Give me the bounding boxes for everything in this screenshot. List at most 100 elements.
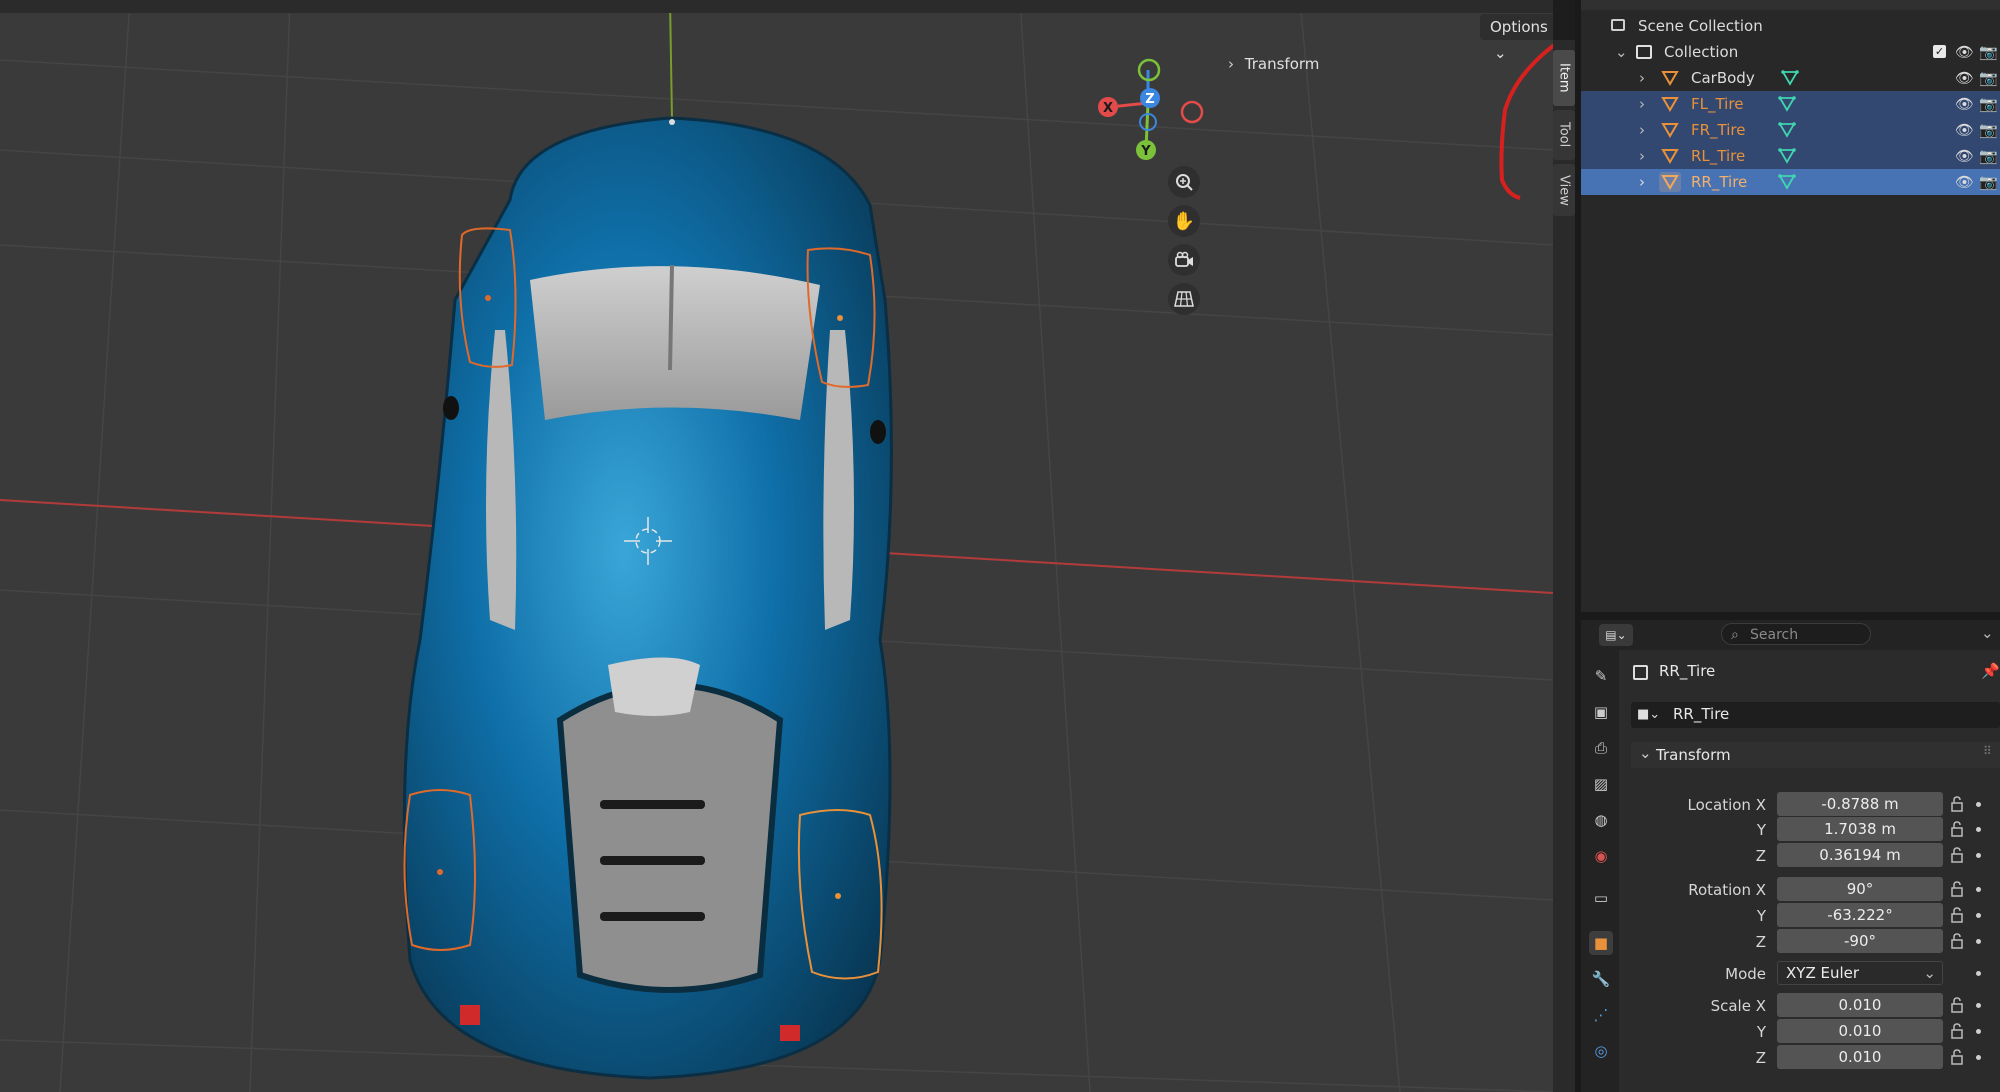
- lock-icon[interactable]: [1949, 880, 1967, 898]
- mesh-data-icon[interactable]: [1781, 70, 1799, 86]
- mesh-data-icon[interactable]: [1778, 174, 1796, 190]
- camera-render-icon[interactable]: 📷: [1979, 117, 1998, 143]
- keyframe-dot[interactable]: [1976, 939, 1981, 944]
- outliner[interactable]: Scene Collection ⌄ Collection ✓ 👁 📷 › Ca…: [1581, 0, 2000, 612]
- modifier-tab-icon[interactable]: 🔧: [1589, 967, 1613, 991]
- lock-icon[interactable]: [1949, 1022, 1967, 1040]
- keyframe-dot[interactable]: [1976, 887, 1981, 892]
- lock-icon[interactable]: [1949, 906, 1967, 924]
- keyframe-dot[interactable]: [1976, 827, 1981, 832]
- object-datablock-icon[interactable]: ■⌄: [1637, 707, 1660, 722]
- mesh-data-icon[interactable]: [1778, 148, 1796, 164]
- outliner-object-rl-tire[interactable]: › RL_Tire 👁 📷: [1581, 143, 2000, 169]
- location-y-field[interactable]: 1.7038 m: [1777, 817, 1943, 841]
- pin-icon[interactable]: 📌: [1981, 662, 2000, 680]
- rotation-z-field[interactable]: -90°: [1777, 929, 1943, 953]
- transform-panel-header[interactable]: ⌄ Transform ⠿: [1631, 742, 2000, 768]
- render-tab-icon[interactable]: ▣: [1589, 700, 1613, 724]
- lock-icon[interactable]: [1949, 846, 1967, 864]
- chevron-right-icon[interactable]: ›: [1639, 143, 1645, 169]
- scale-z-field[interactable]: 0.010: [1777, 1045, 1943, 1069]
- outliner-collection[interactable]: ⌄ Collection ✓ 👁 📷: [1581, 39, 2000, 65]
- eye-icon[interactable]: 👁: [1955, 143, 1974, 169]
- properties-search[interactable]: ⌕ Search: [1721, 623, 1871, 645]
- keyframe-dot[interactable]: [1976, 853, 1981, 858]
- eye-icon[interactable]: 👁: [1955, 65, 1974, 91]
- camera-render-icon[interactable]: 📷: [1979, 169, 1998, 195]
- area-divider-horizontal[interactable]: [1581, 612, 2000, 620]
- collection-tab-icon[interactable]: ▭: [1589, 886, 1613, 910]
- object-tab-icon[interactable]: ■: [1589, 931, 1613, 955]
- view-layer-tab-icon[interactable]: ▨: [1589, 772, 1613, 796]
- keyframe-dot[interactable]: [1976, 802, 1981, 807]
- gizmo-neg-x[interactable]: [1180, 100, 1204, 124]
- keyframe-dot[interactable]: [1976, 1029, 1981, 1034]
- gizmo-x[interactable]: X: [1098, 97, 1118, 117]
- tool-tab-icon[interactable]: ✎: [1589, 664, 1613, 688]
- car-body[interactable]: [402, 116, 893, 1080]
- zoom-icon[interactable]: [1168, 166, 1200, 198]
- n-panel-transform-header[interactable]: › Transform: [1228, 50, 1533, 78]
- chevron-down-icon[interactable]: ⌄: [1615, 39, 1628, 65]
- camera-render-icon[interactable]: 📷: [1979, 39, 1998, 65]
- scene-collection-icon: [1611, 19, 1625, 31]
- rotation-x-field[interactable]: 90°: [1777, 877, 1943, 901]
- chevron-right-icon[interactable]: ›: [1639, 91, 1645, 117]
- outliner-object-fr-tire[interactable]: › FR_Tire 👁 📷: [1581, 117, 2000, 143]
- drag-handle-icon[interactable]: ⠿: [1983, 744, 1992, 758]
- options-dropdown[interactable]: Options ⌄: [1480, 14, 1553, 62]
- properties-editor[interactable]: ▤⌄ ⌕ Search ⌄ ✎ ▣ ⎙ ▨ ◍ ◉ ▭ ■ 🔧 ⋰ ◎ RR_T…: [1581, 620, 2000, 1092]
- outliner-object-carbody[interactable]: › CarBody 👁 📷: [1581, 65, 2000, 91]
- chevron-down-icon[interactable]: ⌄: [1981, 624, 1994, 642]
- particles-tab-icon[interactable]: ⋰: [1589, 1003, 1613, 1027]
- camera-render-icon[interactable]: 📷: [1979, 143, 1998, 169]
- chevron-right-icon[interactable]: ›: [1639, 117, 1645, 143]
- rotation-y-field[interactable]: -63.222°: [1777, 903, 1943, 927]
- lock-icon[interactable]: [1949, 820, 1967, 838]
- keyframe-dot[interactable]: [1976, 1055, 1981, 1060]
- exclude-checkbox[interactable]: ✓: [1933, 45, 1946, 58]
- location-z-field[interactable]: 0.36194 m: [1777, 843, 1943, 867]
- chevron-right-icon[interactable]: ›: [1639, 65, 1645, 91]
- location-x-field[interactable]: -0.8788 m: [1777, 792, 1943, 816]
- eye-icon[interactable]: 👁: [1955, 91, 1974, 117]
- scale-y-field[interactable]: 0.010: [1777, 1019, 1943, 1043]
- hand-pan-icon[interactable]: ✋: [1168, 205, 1200, 237]
- eye-icon[interactable]: 👁: [1955, 117, 1974, 143]
- navigation-gizmo[interactable]: X Z Y: [1090, 55, 1210, 175]
- lock-icon[interactable]: [1949, 795, 1967, 813]
- gizmo-y[interactable]: Y: [1136, 140, 1156, 160]
- eye-icon[interactable]: 👁: [1955, 39, 1974, 65]
- keyframe-dot[interactable]: [1976, 913, 1981, 918]
- lock-icon[interactable]: [1949, 1048, 1967, 1066]
- output-tab-icon[interactable]: ⎙: [1589, 736, 1613, 760]
- scene-tab-icon[interactable]: ◍: [1589, 808, 1613, 832]
- viewport-scene[interactable]: [0, 0, 1553, 1092]
- rotation-mode-select[interactable]: XYZ Euler ⌄: [1777, 961, 1943, 985]
- lock-icon[interactable]: [1949, 932, 1967, 950]
- eye-icon[interactable]: 👁: [1955, 169, 1974, 195]
- mesh-data-icon[interactable]: [1778, 122, 1796, 138]
- tab-view[interactable]: View: [1553, 164, 1575, 216]
- keyframe-dot[interactable]: [1976, 1003, 1981, 1008]
- camera-render-icon[interactable]: 📷: [1979, 91, 1998, 117]
- gizmo-z[interactable]: Z: [1140, 88, 1160, 108]
- scale-x-field[interactable]: 0.010: [1777, 993, 1943, 1017]
- keyframe-dot[interactable]: [1976, 971, 1981, 976]
- outliner-object-rr-tire[interactable]: › RR_Tire 👁 📷: [1581, 169, 2000, 195]
- physics-tab-icon[interactable]: ◎: [1589, 1039, 1613, 1063]
- tab-item[interactable]: Item: [1553, 50, 1575, 106]
- 3d-viewport[interactable]: Options ⌄ › Transform X Z Y ✋: [0, 0, 1553, 1092]
- camera-render-icon[interactable]: 📷: [1979, 65, 1998, 91]
- outliner-object-fl-tire[interactable]: › FL_Tire 👁 📷: [1581, 91, 2000, 117]
- object-datablock-field[interactable]: ■⌄ RR_Tire: [1631, 702, 2000, 728]
- chevron-right-icon[interactable]: ›: [1639, 169, 1645, 195]
- tab-tool[interactable]: Tool: [1553, 110, 1575, 160]
- mesh-data-icon[interactable]: [1778, 96, 1796, 112]
- outliner-scene-collection[interactable]: Scene Collection: [1581, 13, 2000, 39]
- lock-icon[interactable]: [1949, 996, 1967, 1014]
- camera-icon[interactable]: [1168, 244, 1200, 276]
- grid-icon[interactable]: [1168, 283, 1200, 315]
- world-tab-icon[interactable]: ◉: [1589, 844, 1613, 868]
- editor-type-icon[interactable]: ▤⌄: [1599, 624, 1633, 646]
